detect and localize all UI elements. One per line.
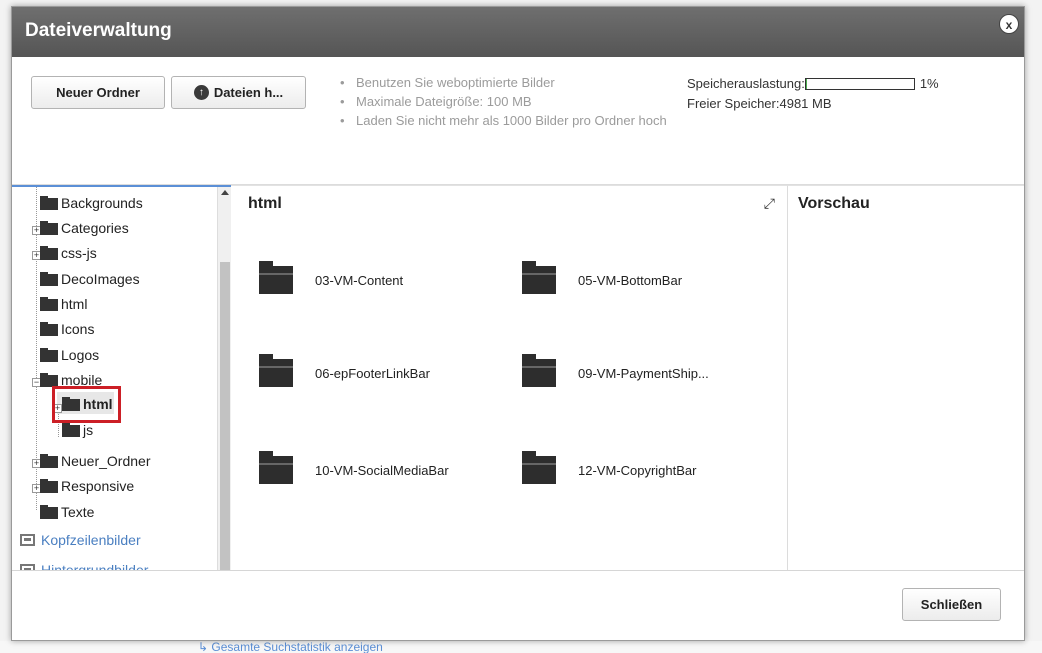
upload-tips-list: Benutzen Sie weboptimierte Bilder Maxima… <box>337 73 687 130</box>
tree-item-label: Icons <box>61 321 95 337</box>
file-manager-dialog: Dateiverwaltung x Neuer Ordner ↑ Dateien… <box>11 6 1025 641</box>
folder-icon <box>40 454 58 468</box>
folder-icon <box>40 297 58 311</box>
close-button[interactable]: Schließen <box>902 588 1001 621</box>
dialog-header: Dateiverwaltung x <box>12 7 1024 57</box>
upload-tip: Benutzen Sie weboptimierte Bilder <box>337 73 687 92</box>
folder-item[interactable]: 10-VM-SocialMediaBar <box>259 451 449 484</box>
link-label: Kopfzeilenbilder <box>41 532 141 548</box>
tree-item-neuer-ordner[interactable]: Neuer_Ordner <box>40 451 151 471</box>
tree-item-label: DecoImages <box>61 271 140 287</box>
preview-panel: Vorschau <box>788 185 1024 571</box>
folder-tree[interactable]: Backgrounds + Categories + css-js DecoIm… <box>12 185 231 571</box>
dialog-footer: Schließen <box>12 570 1024 640</box>
folder-icon <box>40 196 58 210</box>
folder-item[interactable]: 09-VM-PaymentShip... <box>522 354 709 387</box>
storage-usage-percent: 1% <box>919 76 939 91</box>
selection-highlight-box <box>52 386 121 423</box>
tree-item-logos[interactable]: Logos <box>40 345 99 365</box>
preview-title: Vorschau <box>798 195 870 212</box>
tree-item-categories[interactable]: Categories <box>40 218 129 238</box>
tree-item-label: Backgrounds <box>61 195 143 211</box>
tree-item-label: Categories <box>61 220 129 236</box>
tree-item-label: Neuer_Ordner <box>61 453 151 469</box>
storage-usage-bar <box>804 78 915 90</box>
background-bottom-strip <box>0 641 1042 653</box>
upload-tip: Maximale Dateigröße: 100 MB <box>337 92 687 111</box>
folder-icon <box>522 261 556 294</box>
expand-view-icon[interactable]: ⤢ <box>764 195 775 212</box>
folder-icon <box>522 451 556 484</box>
folder-item[interactable]: 05-VM-BottomBar <box>522 261 683 294</box>
new-folder-button[interactable]: Neuer Ordner <box>31 76 165 109</box>
storage-free-value: 4981 MB <box>779 96 832 111</box>
upload-tip: Laden Sie nicht mehr als 1000 Bilder pro… <box>337 111 687 130</box>
storage-info: Speicherauslastung: 1% Freier Speicher: 4… <box>687 74 939 114</box>
folder-icon <box>40 479 58 493</box>
tree-item-label: css-js <box>61 245 97 261</box>
tree-item-label: Logos <box>61 347 100 363</box>
new-folder-button-label: Neuer Ordner <box>56 85 140 100</box>
upload-files-button[interactable]: ↑ Dateien h... <box>171 76 306 109</box>
storage-free-label: Freier Speicher: <box>687 96 780 111</box>
folder-icon <box>40 505 58 519</box>
storage-usage-fill <box>805 79 807 89</box>
toolbar: Neuer Ordner ↑ Dateien h... Benutzen Sie… <box>12 57 1024 185</box>
folder-item[interactable]: 12-VM-CopyrightBar <box>522 451 697 484</box>
folder-content-panel: html ⤢ 03-VM-Content 05-VM-BottomBar 06-… <box>231 185 788 571</box>
tree-item-mobile-js[interactable]: js <box>62 420 93 440</box>
tree-item-label: Texte <box>61 504 95 520</box>
dialog-title: Dateiverwaltung <box>25 20 172 41</box>
image-group-icon <box>20 534 35 546</box>
folder-item-label: 05-VM-BottomBar <box>578 272 683 288</box>
folder-icon <box>259 354 293 387</box>
folder-item-label: 06-epFooterLinkBar <box>315 365 430 381</box>
tree-item-icons[interactable]: Icons <box>40 319 94 339</box>
folder-icon <box>522 354 556 387</box>
tree-item-label: html <box>61 296 88 312</box>
folder-item-label: 09-VM-PaymentShip... <box>578 365 709 381</box>
scrollbar-thumb[interactable] <box>220 262 230 571</box>
folder-icon <box>259 261 293 294</box>
folder-item-label: 03-VM-Content <box>315 272 404 288</box>
folder-icon <box>40 322 58 336</box>
tree-item-backgrounds[interactable]: Backgrounds <box>40 193 143 213</box>
folder-item[interactable]: 03-VM-Content <box>259 261 404 294</box>
folder-item[interactable]: 06-epFooterLinkBar <box>259 354 430 387</box>
tree-item-texte[interactable]: Texte <box>40 502 94 522</box>
tree-item-responsive[interactable]: Responsive <box>40 476 134 496</box>
folder-icon <box>259 451 293 484</box>
tree-item-label: js <box>83 422 94 438</box>
storage-usage-label: Speicherauslastung: <box>687 76 805 91</box>
tree-item-decoimages[interactable]: DecoImages <box>40 269 140 289</box>
folder-icon <box>40 246 58 260</box>
scroll-up-arrow-icon[interactable] <box>221 190 229 195</box>
upload-icon: ↑ <box>193 85 209 100</box>
close-button-label: Schließen <box>920 597 983 612</box>
folder-icon <box>40 272 58 286</box>
link-kopfzeilenbilder[interactable]: Kopfzeilenbilder <box>20 532 141 548</box>
tree-item-html[interactable]: html <box>40 294 87 314</box>
folder-icon <box>62 423 80 437</box>
storage-usage-row: Speicherauslastung: 1% <box>687 74 939 94</box>
tree-item-css-js[interactable]: css-js <box>40 243 97 263</box>
folder-icon <box>40 221 58 235</box>
folder-item-label: 10-VM-SocialMediaBar <box>315 462 449 478</box>
tree-scrollbar[interactable] <box>217 187 231 571</box>
folder-icon <box>40 348 58 362</box>
folder-item-label: 12-VM-CopyrightBar <box>578 462 697 478</box>
tree-item-label: Responsive <box>61 478 135 494</box>
current-folder-title: html <box>248 195 282 212</box>
upload-files-button-label: Dateien h... <box>213 85 284 100</box>
close-icon[interactable]: x <box>999 14 1019 34</box>
storage-free-row: Freier Speicher: 4981 MB <box>687 94 939 114</box>
background-stats-link: ↳ Gesamte Suchstatistik anzeigen <box>198 640 383 653</box>
